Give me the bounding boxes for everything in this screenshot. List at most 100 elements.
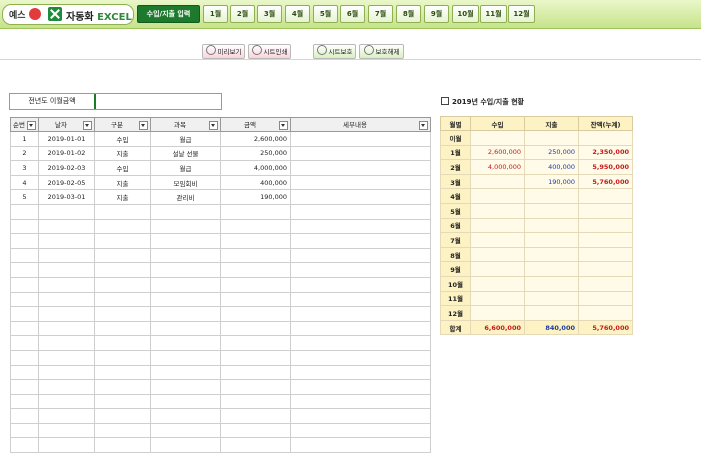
table-cell[interactable] xyxy=(10,349,39,366)
table-cell[interactable] xyxy=(220,218,291,235)
filter-dropdown-icon[interactable] xyxy=(209,121,218,130)
table-cell[interactable] xyxy=(94,379,151,395)
table-cell[interactable] xyxy=(94,218,151,235)
tab-month-10[interactable]: 10월 xyxy=(452,5,479,23)
table-cell[interactable]: 2019-01-01 xyxy=(38,131,95,147)
table-cell[interactable] xyxy=(290,437,431,453)
table-cell[interactable] xyxy=(10,233,39,249)
table-cell[interactable] xyxy=(150,203,221,220)
table-cell[interactable]: 3 xyxy=(10,160,39,176)
table-cell[interactable] xyxy=(150,364,221,381)
table-cell[interactable]: 2 xyxy=(10,145,39,162)
table-cell[interactable] xyxy=(38,437,95,453)
table-cell[interactable]: 2019-01-02 xyxy=(38,145,95,162)
table-cell[interactable] xyxy=(150,218,221,235)
table-cell[interactable] xyxy=(220,247,291,264)
table-cell[interactable]: 400,000 xyxy=(220,174,291,191)
table-cell[interactable] xyxy=(10,437,39,453)
table-cell[interactable]: 수입 xyxy=(94,131,151,147)
table-cell[interactable] xyxy=(220,437,291,453)
tab-month-3[interactable]: 3월 xyxy=(257,5,282,23)
table-cell[interactable] xyxy=(38,262,95,278)
table-cell[interactable] xyxy=(94,262,151,278)
table-cell[interactable]: 수입 xyxy=(94,160,151,176)
table-cell[interactable] xyxy=(220,349,291,366)
table-cell[interactable] xyxy=(290,145,431,162)
table-cell[interactable]: 모임회비 xyxy=(150,174,221,191)
table-cell[interactable]: 190,000 xyxy=(220,189,291,205)
table-cell[interactable] xyxy=(220,335,291,351)
tab-month-1[interactable]: 1월 xyxy=(203,5,228,23)
table-cell[interactable] xyxy=(150,247,221,264)
tab-month-7[interactable]: 7월 xyxy=(368,5,393,23)
tab-month-12[interactable]: 12월 xyxy=(508,5,535,23)
table-cell[interactable]: 2,600,000 xyxy=(220,131,291,147)
table-cell[interactable] xyxy=(10,393,39,410)
table-cell[interactable] xyxy=(290,320,431,337)
table-cell[interactable] xyxy=(290,262,431,278)
filter-dropdown-icon[interactable] xyxy=(419,121,428,130)
table-cell[interactable] xyxy=(220,262,291,278)
table-cell[interactable] xyxy=(290,203,431,220)
table-cell[interactable] xyxy=(94,247,151,264)
table-cell[interactable] xyxy=(10,335,39,351)
table-cell[interactable]: 4 xyxy=(10,174,39,191)
table-cell[interactable] xyxy=(38,276,95,293)
filter-dropdown-icon[interactable] xyxy=(139,121,148,130)
table-cell[interactable] xyxy=(150,335,221,351)
table-cell[interactable] xyxy=(94,291,151,308)
table-cell[interactable] xyxy=(290,174,431,191)
table-cell[interactable] xyxy=(10,247,39,264)
table-cell[interactable] xyxy=(290,379,431,395)
table-cell[interactable] xyxy=(150,379,221,395)
table-cell[interactable]: 250,000 xyxy=(220,145,291,162)
table-cell[interactable] xyxy=(94,408,151,424)
table-cell[interactable] xyxy=(290,335,431,351)
table-cell[interactable] xyxy=(220,393,291,410)
table-cell[interactable] xyxy=(94,306,151,322)
table-cell[interactable] xyxy=(290,218,431,235)
table-cell[interactable]: 5 xyxy=(10,189,39,205)
table-cell[interactable] xyxy=(38,364,95,381)
tab-month-6[interactable]: 6월 xyxy=(340,5,365,23)
protect-sheet-button[interactable]: 시트보호 xyxy=(313,44,356,59)
table-cell[interactable] xyxy=(220,291,291,308)
table-cell[interactable] xyxy=(10,320,39,337)
tab-month-11[interactable]: 11월 xyxy=(480,5,507,23)
table-cell[interactable]: 지출 xyxy=(94,145,151,162)
table-cell[interactable] xyxy=(220,364,291,381)
table-cell[interactable]: 1 xyxy=(10,131,39,147)
table-cell[interactable] xyxy=(150,320,221,337)
table-cell[interactable] xyxy=(38,306,95,322)
table-cell[interactable] xyxy=(290,189,431,205)
table-cell[interactable] xyxy=(150,291,221,308)
table-cell[interactable] xyxy=(94,364,151,381)
table-cell[interactable] xyxy=(220,276,291,293)
table-cell[interactable] xyxy=(38,335,95,351)
table-cell[interactable] xyxy=(38,320,95,337)
table-cell[interactable] xyxy=(150,408,221,424)
table-cell[interactable]: 2019-02-03 xyxy=(38,160,95,176)
table-cell[interactable]: 관리비 xyxy=(150,189,221,205)
table-cell[interactable] xyxy=(94,233,151,249)
table-cell[interactable]: 월급 xyxy=(150,131,221,147)
table-cell[interactable] xyxy=(150,233,221,249)
table-cell[interactable]: 지출 xyxy=(94,189,151,205)
table-cell[interactable] xyxy=(38,247,95,264)
table-cell[interactable] xyxy=(150,262,221,278)
table-cell[interactable] xyxy=(38,408,95,424)
table-cell[interactable] xyxy=(290,160,431,176)
table-cell[interactable] xyxy=(220,233,291,249)
table-cell[interactable] xyxy=(10,262,39,278)
table-cell[interactable] xyxy=(38,349,95,366)
table-cell[interactable] xyxy=(290,393,431,410)
table-cell[interactable] xyxy=(290,131,431,147)
tab-month-2[interactable]: 2월 xyxy=(230,5,255,23)
table-cell[interactable]: 2019-02-05 xyxy=(38,174,95,191)
table-cell[interactable] xyxy=(10,379,39,395)
table-cell[interactable] xyxy=(10,291,39,308)
table-cell[interactable]: 지출 xyxy=(94,174,151,191)
table-cell[interactable] xyxy=(10,218,39,235)
filter-dropdown-icon[interactable] xyxy=(27,121,36,130)
table-cell[interactable] xyxy=(290,349,431,366)
